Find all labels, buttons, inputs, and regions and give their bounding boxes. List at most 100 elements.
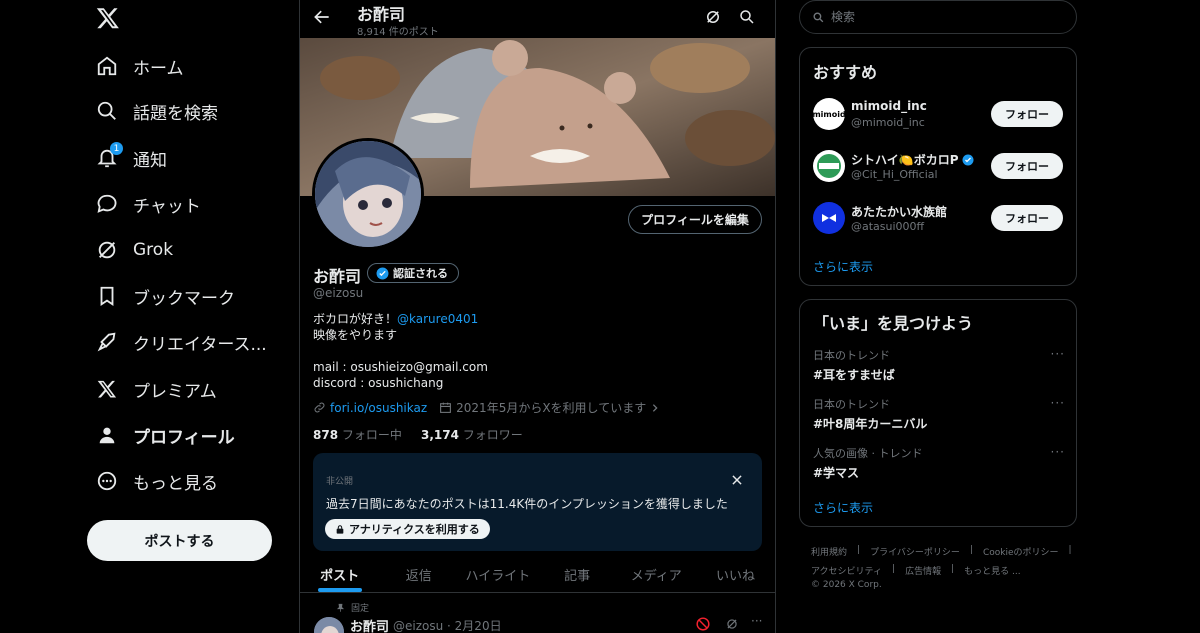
back-arrow-icon[interactable] xyxy=(312,7,332,27)
nav-notifications[interactable]: 1 通知 xyxy=(95,138,167,178)
nav-label: ホーム xyxy=(133,58,184,79)
follow-button[interactable]: フォロー xyxy=(991,153,1063,179)
user-name: あたたかい水族館 xyxy=(851,203,947,220)
nav-profile[interactable]: プロフィール xyxy=(95,415,235,455)
search-icon[interactable] xyxy=(738,8,756,26)
tab-posts[interactable]: ポスト xyxy=(300,556,379,592)
footer-link[interactable]: もっと見る ... xyxy=(964,564,1020,577)
trend-topic: #耳をすませば xyxy=(813,368,895,382)
trend-category: 人気の画像 · トレンド xyxy=(813,447,923,460)
bio-line-3: mail : osushieizo@gmail.com xyxy=(313,360,488,374)
trends-title: 「いま」を見つけよう xyxy=(813,314,974,333)
post-button[interactable]: ポストする xyxy=(87,520,272,561)
recommend-show-more[interactable]: さらに表示 xyxy=(813,258,873,275)
footer-row-1: 利用規約 | プライバシーポリシー | Cookieのポリシー | xyxy=(811,545,1072,558)
tab-highlights[interactable]: ハイライト xyxy=(458,556,537,592)
x-logo-icon[interactable] xyxy=(96,6,120,30)
tab-articles[interactable]: 記事 xyxy=(538,556,617,592)
user-name: シトハイ🍋ボカロP xyxy=(851,151,974,168)
nav-chat[interactable]: チャット xyxy=(95,184,201,224)
x-premium-icon xyxy=(95,377,119,401)
more-options-icon[interactable]: ··· xyxy=(1051,396,1065,410)
following-count: 878 xyxy=(313,428,339,442)
trend-topic: #叶8周年カーニバル xyxy=(813,417,928,431)
more-options-icon[interactable]: ··· xyxy=(1051,347,1065,361)
following-label: フォロー中 xyxy=(341,428,402,442)
trend-item[interactable]: 人気の画像 · トレンド #学マス ··· xyxy=(813,445,1065,481)
trends-show-more[interactable]: さらに表示 xyxy=(813,499,873,516)
bookmark-icon xyxy=(95,284,119,308)
search-input[interactable] xyxy=(831,10,1051,24)
recommend-user[interactable]: あたたかい水族館 @atasui000ff フォロー xyxy=(813,200,1065,236)
recommend-user[interactable]: mimoid mimoid_inc @mimoid_inc フォロー xyxy=(813,96,1065,132)
following-link[interactable]: 878 フォロー中 xyxy=(313,428,402,442)
get-verified-button[interactable]: 認証される xyxy=(367,263,459,283)
analytics-insight-card: 非公開 過去7日間にあなたのポストは11.4K件のインプレッションを獲得しました… xyxy=(313,453,762,551)
nav-creator-studio[interactable]: クリエイタース... xyxy=(95,322,267,362)
joined-date[interactable]: 2021年5月からXを利用しています xyxy=(456,399,646,416)
trend-item[interactable]: 日本のトレンド #叶8周年カーニバル ··· xyxy=(813,396,1065,432)
rocket-icon xyxy=(95,330,119,354)
tab-media[interactable]: メディア xyxy=(617,556,696,592)
more-options-icon[interactable]: ··· xyxy=(1051,445,1065,459)
nav-explore[interactable]: 話題を検索 xyxy=(95,91,218,131)
profile-avatar[interactable] xyxy=(312,138,424,250)
notification-badge: 1 xyxy=(110,142,123,155)
trend-item[interactable]: 日本のトレンド #耳をすませば ··· xyxy=(813,347,1065,383)
nav-premium[interactable]: プレミアム xyxy=(95,369,217,409)
analytics-button[interactable]: アナリティクスを利用する xyxy=(325,519,490,539)
analytics-button-label: アナリティクスを利用する xyxy=(349,524,480,536)
nav-bookmarks[interactable]: ブックマーク xyxy=(95,276,235,316)
header-title: お酢司 xyxy=(357,5,406,24)
nav-grok[interactable]: Grok xyxy=(95,230,173,270)
grok-icon[interactable] xyxy=(725,617,739,631)
edit-profile-button[interactable]: プロフィールを編集 xyxy=(628,205,762,234)
post-author-name[interactable]: お酢司 xyxy=(350,616,389,633)
pinned-label: 固定 xyxy=(351,604,370,614)
lock-icon xyxy=(336,524,344,534)
nav-label: Grok xyxy=(133,240,174,260)
footer-link[interactable]: 広告情報 xyxy=(905,564,941,577)
trend-topic: #学マス xyxy=(813,466,860,480)
recommend-user[interactable]: シトハイ🍋ボカロP @Cit_Hi_Official フォロー xyxy=(813,148,1065,184)
profile-website-link[interactable]: fori.io/osushikaz xyxy=(330,401,427,415)
nav-label: プレミアム xyxy=(133,381,217,402)
user-avatar xyxy=(813,150,845,182)
chevron-right-icon xyxy=(653,403,658,412)
profile-column: お酢司 8,914 件のポスト プロフィールを編集 お酢司 認証される @eiz… xyxy=(299,0,776,633)
bio-line-2: 映像をやります xyxy=(313,328,398,342)
footer-link[interactable]: アクセシビリティ xyxy=(811,564,882,577)
close-icon[interactable] xyxy=(730,473,744,487)
follow-button[interactable]: フォロー xyxy=(991,101,1063,127)
bio-mention-link[interactable]: @karure0401 xyxy=(397,312,478,326)
trends-card: 「いま」を見つけよう 日本のトレンド #耳をすませば ··· 日本のトレンド #… xyxy=(799,299,1077,527)
grok-icon xyxy=(95,238,119,262)
followers-count: 3,174 xyxy=(420,428,459,442)
verified-badge-icon xyxy=(376,267,389,279)
user-avatar: mimoid xyxy=(813,98,845,130)
follow-button[interactable]: フォロー xyxy=(991,205,1063,231)
footer-link[interactable]: プライバシーポリシー xyxy=(870,545,960,558)
bio-line-1: ボカロが好き！@karure0401 xyxy=(313,311,478,327)
grok-icon[interactable] xyxy=(704,8,722,26)
no-entry-icon[interactable] xyxy=(696,617,710,631)
post-handle-date: @eizosu · 2月20日 xyxy=(393,619,502,633)
footer-link[interactable]: 利用規約 xyxy=(811,545,847,558)
nav-more[interactable]: もっと見る xyxy=(95,461,218,501)
nav-home[interactable]: ホーム xyxy=(95,46,184,86)
left-sidebar: ホーム 話題を検索 1 通知 チャット Grok ブックマーク クリエイタース.… xyxy=(0,0,299,633)
post-avatar[interactable] xyxy=(314,617,344,633)
followers-link[interactable]: 3,174 フォロワー xyxy=(421,428,523,442)
tab-likes[interactable]: いいね xyxy=(696,556,775,592)
search-box[interactable] xyxy=(799,0,1077,34)
insight-text: 過去7日間にあなたのポストは11.4K件のインプレッションを獲得しました xyxy=(326,497,728,511)
footer-link[interactable]: Cookieのポリシー xyxy=(983,545,1059,558)
insight-private-label: 非公開 xyxy=(326,477,354,487)
footer-row-2: アクセシビリティ | 広告情報 | もっと見る ... xyxy=(811,564,1021,577)
profile-tabs: ポスト 返信 ハイライト 記事 メディア いいね xyxy=(300,556,775,593)
post-more-icon[interactable]: ··· xyxy=(751,614,762,628)
user-avatar xyxy=(813,202,845,234)
tab-replies[interactable]: 返信 xyxy=(379,556,458,592)
more-circle-icon xyxy=(95,469,119,493)
profile-handle: @eizosu xyxy=(313,286,364,300)
